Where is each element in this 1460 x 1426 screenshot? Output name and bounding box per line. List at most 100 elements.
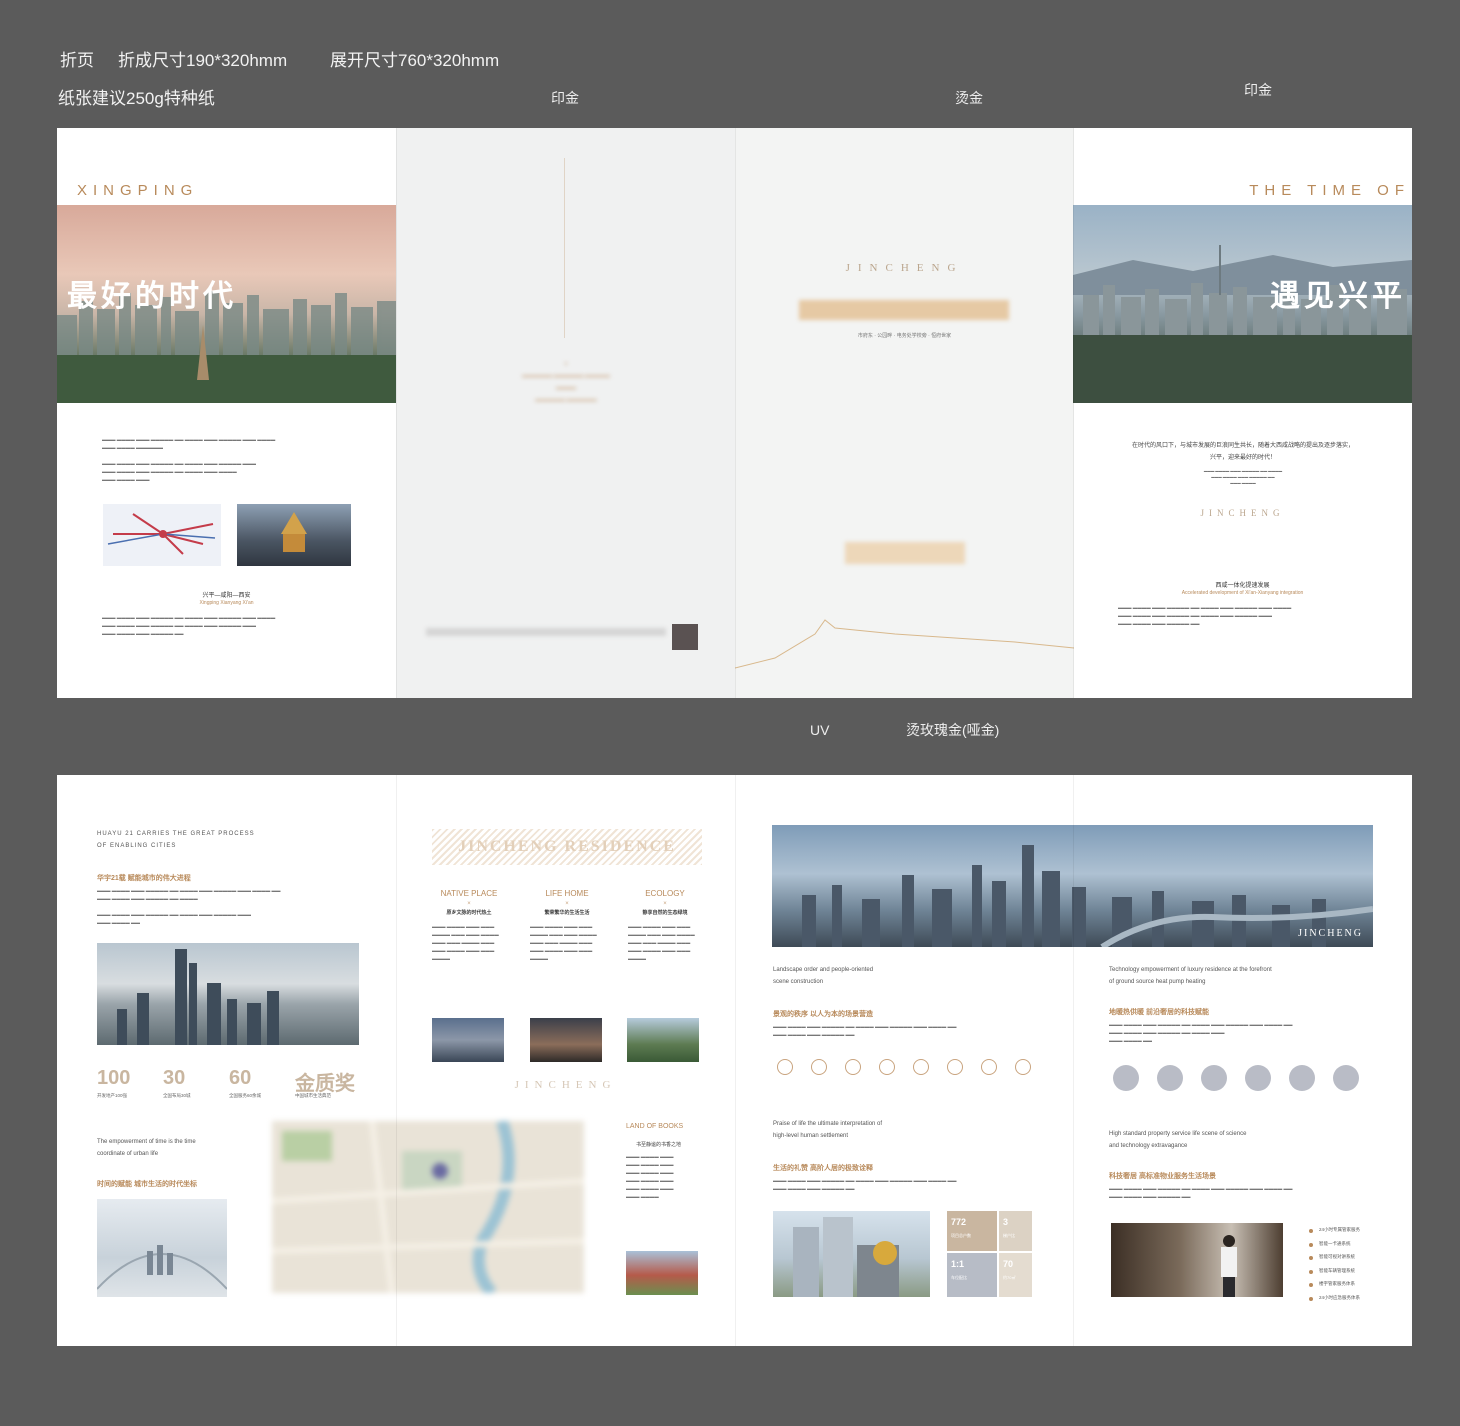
list-bullet xyxy=(1309,1256,1313,1260)
feature-icon xyxy=(777,1059,793,1075)
en-line-1: Technology empowerment of luxury residen… xyxy=(1109,967,1272,973)
cover-title-gold xyxy=(799,300,1009,320)
en-line-2: scene construction xyxy=(773,979,824,985)
section-title-2: 科技奢居 高标准物业服务生活场景 xyxy=(1109,1173,1216,1180)
grid-label: 约70㎡ xyxy=(1003,1275,1016,1280)
fold-line xyxy=(396,128,397,698)
tunnel-graphic xyxy=(96,1245,228,1290)
section-body: ▬▬▬ ▬▬▬▬ ▬▬▬ ▬▬▬▬▬ ▬▬ ▬▬▬▬ ▬▬▬ ▬▬▬▬▬ ▬▬▬… xyxy=(773,1024,957,1037)
column-en: NATIVE PLACE xyxy=(440,889,498,898)
panel-xingping: XINGPING 最好的时代 ▬▬▬ ▬▬▬▬ ▬▬▬ ▬▬▬▬▬ ▬▬ ▬▬▬… xyxy=(57,128,396,698)
column-cn: 繁荣繁华的生活生活 xyxy=(544,910,590,916)
cover-brand: JINCHENG xyxy=(845,262,964,274)
en-line-3: The empowerment of time is the time xyxy=(97,1139,196,1145)
books-en: LAND OF BOOKS xyxy=(626,1123,684,1130)
feature-icon xyxy=(981,1059,997,1075)
en-line-1: HUAYU 21 CARRIES THE GREAT PROCESS xyxy=(97,831,255,837)
stat-label: 全国布局30城 xyxy=(163,1093,191,1098)
panel-cover: JINCHENG 市府东 · 公园畔 · 电务处学校旁 · 恒府世家 xyxy=(735,128,1074,698)
grid-value: 1:1 xyxy=(951,1259,965,1269)
map-thumbnail xyxy=(103,504,221,566)
grid-cell: 772 项目总户数 xyxy=(947,1211,997,1251)
feature-icon xyxy=(913,1059,929,1075)
column-body: ▬▬▬ ▬▬▬▬ ▬▬▬ ▬▬▬ ▬▬▬▬ ▬▬▬ ▬▬▬ ▬▬▬▬ ▬▬▬ ▬… xyxy=(530,924,597,961)
fold-line xyxy=(735,128,736,698)
blurred-footer-text xyxy=(426,628,666,636)
panel-time-of: THE TIME OF 遇见兴平 在时代的风口下，与城市发展的巨浪同生共长，随着… xyxy=(1073,128,1412,698)
skyscraper-photo xyxy=(97,943,359,1045)
brand: JINCHENG xyxy=(1200,508,1285,518)
list-bullet xyxy=(1309,1229,1313,1233)
caption-subtitle: Xingping Xianyang Xi'an xyxy=(199,600,254,606)
panel-residence: JINCHENG RESIDENCE NATIVE PLACE × 原乡文脉的时代热… xyxy=(396,775,735,1346)
brand: JINCHENG xyxy=(514,1079,617,1091)
grid-value: 70 xyxy=(1003,1259,1014,1269)
stat-label: 全国服务60余城 xyxy=(229,1093,262,1098)
tech-icon xyxy=(1289,1065,1315,1091)
section-title-2: 生活的礼赞 高阶人居的极致诠释 xyxy=(773,1165,873,1172)
photo-title: 遇见兴平 xyxy=(1270,280,1406,313)
photo-title: 最好的时代 xyxy=(67,280,237,313)
grid-cell: 3 梯户比 xyxy=(999,1211,1032,1251)
concierge-photo xyxy=(1111,1223,1283,1297)
panel-blurred-inner: ● ▬▬▬▬▬▬ ▬▬▬▬▬▬ ▬▬▬▬▬ ▬▬▬▬ ▬▬▬▬▬▬ ▬▬▬▬▬▬ xyxy=(396,128,735,698)
heading-en: XINGPING xyxy=(77,182,199,199)
caption-title: 兴平—咸阳—西安 xyxy=(202,593,251,599)
open-size: 展开尺寸760*320hmm xyxy=(330,51,500,70)
en-line-2: of ground source heat pump heating xyxy=(1109,979,1206,985)
tech-icon xyxy=(1113,1065,1139,1091)
list-bullet xyxy=(1309,1283,1313,1287)
fold-line xyxy=(1073,775,1074,1346)
list-item: 24小时专属管家服务 xyxy=(1319,1227,1361,1232)
feature-icon xyxy=(845,1059,861,1075)
feature-icon xyxy=(1015,1059,1031,1075)
column-mark: × xyxy=(467,901,471,907)
column-body: ▬▬▬ ▬▬▬▬ ▬▬▬ ▬▬▬ ▬▬▬▬ ▬▬▬ ▬▬▬ ▬▬▬▬ ▬▬▬ ▬… xyxy=(628,924,695,961)
stats-grid: 772 项目总户数 3 梯户比 1:1 车位配比 70 约70㎡ xyxy=(947,1211,1032,1297)
residence-banner: JINCHENG RESIDENCE xyxy=(432,829,702,865)
column-mark: × xyxy=(663,901,667,907)
list-bullet xyxy=(1309,1296,1313,1301)
list-bullet xyxy=(1309,1242,1313,1247)
mountain-line xyxy=(735,619,1074,669)
section-title: 地暖热供暖 前沿奢居的科技赋能 xyxy=(1109,1009,1209,1016)
feature-icon xyxy=(811,1059,827,1075)
thumb-photo xyxy=(432,1018,504,1062)
grid-label: 项目总户数 xyxy=(951,1233,971,1238)
fold-line xyxy=(1073,128,1074,698)
en-line-3: Praise of life the ultimate interpretati… xyxy=(773,1121,883,1127)
grid-label: 车位配比 xyxy=(951,1275,967,1280)
column-en: LIFE HOME xyxy=(545,889,589,898)
skyscraper-graphic xyxy=(117,949,279,1045)
body-text-2: ▬▬▬ ▬▬▬▬ ▬▬▬ ▬▬▬▬▬ ▬▬ ▬▬▬▬ ▬▬▬ ▬▬▬▬▬ ▬▬▬… xyxy=(102,615,276,636)
feature-icon xyxy=(879,1059,895,1075)
column-body: ▬▬▬ ▬▬▬▬ ▬▬▬ ▬▬▬ ▬▬▬▬ ▬▬▬ ▬▬▬ ▬▬▬▬ ▬▬▬ ▬… xyxy=(432,924,499,961)
feature-icon xyxy=(947,1059,963,1075)
finish-label-hot-stamp: 烫金 xyxy=(955,90,983,106)
section-title: 华宇21载 赋能城市的伟大进程 xyxy=(97,875,191,882)
city-photo: 最好的时代 xyxy=(57,205,396,403)
column-cn: 原乡文脉的时代热土 xyxy=(446,910,492,916)
list-item: 智能一卡通系统 xyxy=(1319,1240,1351,1246)
thumb-photo xyxy=(627,1018,699,1062)
books-body: ▬▬▬ ▬▬▬▬ ▬▬▬ ▬▬▬ ▬▬▬▬ ▬▬▬ ▬▬▬ ▬▬▬▬ ▬▬▬ ▬▬▬ … xyxy=(626,1154,674,1199)
section-body-2: ▬▬▬ ▬▬▬▬ ▬▬▬ ▬▬▬▬▬ ▬▬ ▬▬▬▬ ▬▬▬ ▬▬▬▬▬ ▬▬▬… xyxy=(1109,1186,1293,1199)
section-title: 西咸一体化提速发展 xyxy=(1215,583,1270,589)
tech-icon xyxy=(1333,1065,1359,1091)
tower-photo xyxy=(237,504,351,566)
finish-label-gold-print: 印金 xyxy=(551,90,579,106)
column-cn: 静享自然的生态绿境 xyxy=(642,910,688,916)
section-title: 景观的秩序 以人为本的场景营造 xyxy=(773,1011,873,1018)
intro-line-2: 兴平，迎来最好的时代！ xyxy=(1209,455,1276,461)
stat-value: 100 xyxy=(97,1067,131,1089)
panel-landscape: Landscape order and people-oriented scen… xyxy=(735,775,1074,1346)
en-line-4: coordinate of urban life xyxy=(97,1151,159,1157)
intro-en-text: ▬▬▬ ▬▬▬▬ ▬▬▬ ▬▬▬▬▬ ▬▬ ▬▬▬▬ ▬▬▬ ▬▬▬▬ ▬▬▬ ▬… xyxy=(1203,469,1283,485)
en-line-4: high-level human settlement xyxy=(773,1133,849,1139)
school-photo xyxy=(626,1251,698,1295)
tunnel-photo xyxy=(96,1199,228,1297)
list-item: 24小时应急服务体系 xyxy=(1319,1294,1361,1300)
section-body: ▬▬▬ ▬▬▬▬ ▬▬▬ ▬▬▬▬▬ ▬▬ ▬▬▬▬ ▬▬▬ ▬▬▬▬▬ ▬▬▬… xyxy=(97,888,281,925)
stat-label: 开发地产100强 xyxy=(97,1093,128,1098)
route-map-graphic xyxy=(107,513,216,555)
